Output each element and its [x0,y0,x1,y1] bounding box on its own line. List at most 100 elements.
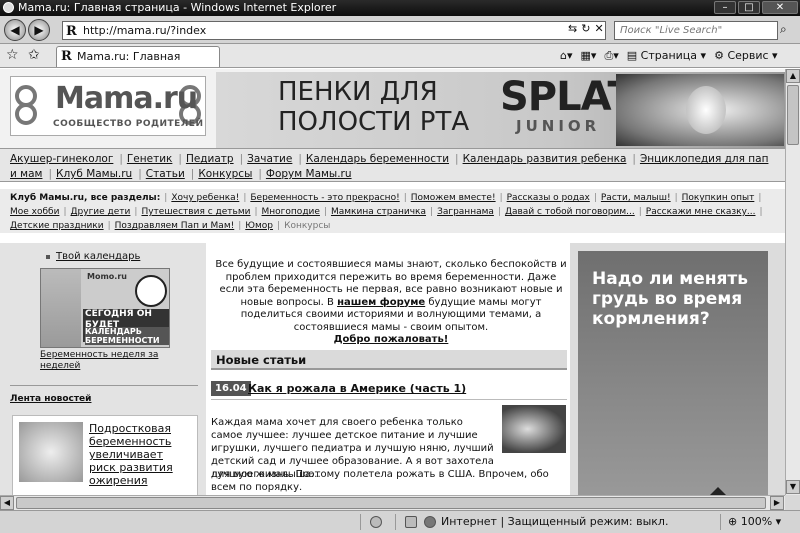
news-thumbnail[interactable] [19,422,83,482]
banner-line-1: ПЕНКИ ДЛЯ [278,77,438,107]
back-button[interactable]: ◀ [4,19,26,41]
nav-link[interactable]: Акушер-гинеколог [10,153,113,165]
section-divider: | [638,207,642,217]
nav-link[interactable]: Статьи [146,168,185,180]
nav-link[interactable]: Педиатр [186,153,234,165]
page-menu[interactable]: ▤ Страница ▾ [627,47,706,65]
section-link[interactable]: Давай с тобой поговорим... [505,207,635,217]
section-link[interactable]: Детские праздники [10,221,104,231]
section-link[interactable]: Хочу ребенка! [171,193,239,203]
favorites-star-icon[interactable]: ☆ [6,47,19,63]
status-separator [360,514,361,530]
window-titlebar: Mama.ru: Главная страница - Windows Inte… [0,0,800,16]
section-link[interactable]: Поздравляем Пап и Мам! [115,221,235,231]
nav-divider: | [138,168,142,180]
section-link[interactable]: Покупкин опыт [682,193,755,203]
section-link[interactable]: Заграннама [437,207,494,217]
right-ad-banner[interactable]: Надо ли менять грудь во время кормления? [578,251,768,495]
address-input[interactable]: R http://mama.ru/?index [62,21,606,40]
news-item-link[interactable]: Подростковая беременность увеличивает ри… [89,422,173,487]
your-calendar-link[interactable]: Твой календарь [56,251,140,262]
section-link[interactable]: Многоподие [262,207,320,217]
compatibility-icon[interactable]: ⇆ [568,22,577,39]
nav-link[interactable]: Клуб Мамы.ru [56,168,132,180]
nav-divider: | [298,153,302,165]
banner-momo-brand: Momo.ru [87,272,127,281]
nav-link[interactable]: Календарь развития ребенка [463,153,627,165]
header-banner-ad[interactable]: ПЕНКИ ДЛЯ ПОЛОСТИ РТА SPLAT JUNIOR [216,72,785,148]
section-divider: | [430,207,434,217]
scroll-right-icon[interactable]: ▶ [770,496,784,510]
pregnancy-calendar-banner[interactable]: Momo.ru СЕГОДНЯ ОН БУДЕТ ПИНАТЬСЯ! КАЛЕН… [40,268,170,348]
nav-link[interactable]: Генетик [127,153,172,165]
article-title-link[interactable]: Как я рожала в Америке (часть 1) [248,382,466,395]
search-input[interactable]: Поиск "Live Search" [614,21,778,40]
print-icon[interactable]: ⎙▾ [604,47,618,65]
popup-icon[interactable] [405,516,417,528]
new-articles-header: Новые статьи [211,350,567,370]
scroll-left-icon[interactable]: ◀ [0,496,14,510]
nav-link[interactable]: Форум Мамы.ru [266,168,352,180]
section-link[interactable]: Другие дети [71,207,131,217]
vertical-scroll-thumb[interactable] [787,85,799,145]
site-logo[interactable]: Mama.ru СООБЩЕСТВО РОДИТЕЛЕЙ [10,76,206,136]
security-zone[interactable]: Интернет | Защищенный режим: выкл. [441,511,668,533]
tools-menu-label: Сервис [727,49,769,62]
ad-arrow-icon [708,487,728,495]
minimize-button[interactable]: – [714,1,736,14]
address-toolbar: ◀ ▶ R http://mama.ru/?index ⇆ ↻ ✕ Поиск … [0,16,800,44]
section-link[interactable]: Поможем вместе! [411,193,496,203]
nav-link[interactable]: Конкурсы [198,168,252,180]
zoom-level[interactable]: ⊕ 100% ▾ [728,511,781,533]
section-link[interactable]: Беременность - это прекрасно! [250,193,399,203]
section-divider: | [499,193,503,203]
banner-photo [616,74,784,146]
section-link[interactable]: Расти, малыш! [601,193,671,203]
logo-subtitle: СООБЩЕСТВО РОДИТЕЛЕЙ [53,119,204,129]
nav-link[interactable]: Зачатие [247,153,292,165]
banner-brand: SPLAT [500,74,635,120]
section-link[interactable]: Мамкина страничка [331,207,426,217]
tab-mama[interactable]: R Mama.ru: Главная страница [56,46,220,83]
scroll-down-icon[interactable]: ▼ [786,480,800,494]
banner-text-calendar: КАЛЕНДАРЬ БЕРЕМЕННОСТИ [85,327,169,345]
add-favorites-icon[interactable]: ✩ [28,47,40,63]
news-feed-link[interactable]: Лента новостей [10,394,91,404]
scroll-up-icon[interactable]: ▲ [786,69,800,83]
banner-brand-sub: JUNIOR [516,117,601,135]
section-link[interactable]: Путешествия с детьми [141,207,250,217]
nav-divider: | [178,153,182,165]
section-divider: | [403,193,407,203]
bullet-icon [46,255,50,259]
main-column: Все будущие и состоявшиеся мамы знают, с… [206,243,570,495]
section-link[interactable]: Мое хобби [10,207,59,217]
welcome-link[interactable]: Добро пожаловать! [334,334,449,345]
article-photo[interactable] [502,405,566,453]
forum-link[interactable]: нашем форуме [337,297,425,308]
section-link[interactable]: Рассказы о родах [507,193,590,203]
banner-text: ПЕНКИ ДЛЯ ПОЛОСТИ РТА [278,77,469,137]
feeds-icon[interactable]: ▦▾ [581,47,597,65]
news-header: Лента новостей [10,394,91,404]
logo-title: Mama.ru [55,81,198,116]
nav-link[interactable]: Календарь беременности [306,153,449,165]
horizontal-scroll-thumb[interactable] [16,497,766,509]
refresh-icon[interactable]: ↻ [581,22,590,39]
section-link[interactable]: Юмор [245,221,273,231]
horizontal-scrollbar[interactable]: ◀ ▶ [0,495,785,510]
ie-icon [3,2,14,13]
logo-ring-left-lower [15,103,37,125]
stop-icon[interactable]: ✕ [594,22,603,39]
privacy-icon[interactable] [370,516,382,528]
tools-menu[interactable]: ⚙ Сервис ▾ [714,47,778,65]
maximize-button[interactable]: □ [738,1,760,14]
nav-divider: | [455,153,459,165]
section-link[interactable]: Расскажи мне сказку... [646,207,756,217]
search-icon[interactable]: ⌕ [780,22,787,37]
address-tools: ⇆ ↻ ✕ [568,22,608,39]
forward-button[interactable]: ▶ [28,19,50,41]
pregnancy-week-link[interactable]: Беременность неделя за неделей [40,350,158,371]
vertical-scrollbar[interactable]: ▲ ▼ [785,69,800,495]
close-button[interactable]: ✕ [762,1,798,14]
home-icon[interactable]: ⌂▾ [560,47,573,65]
